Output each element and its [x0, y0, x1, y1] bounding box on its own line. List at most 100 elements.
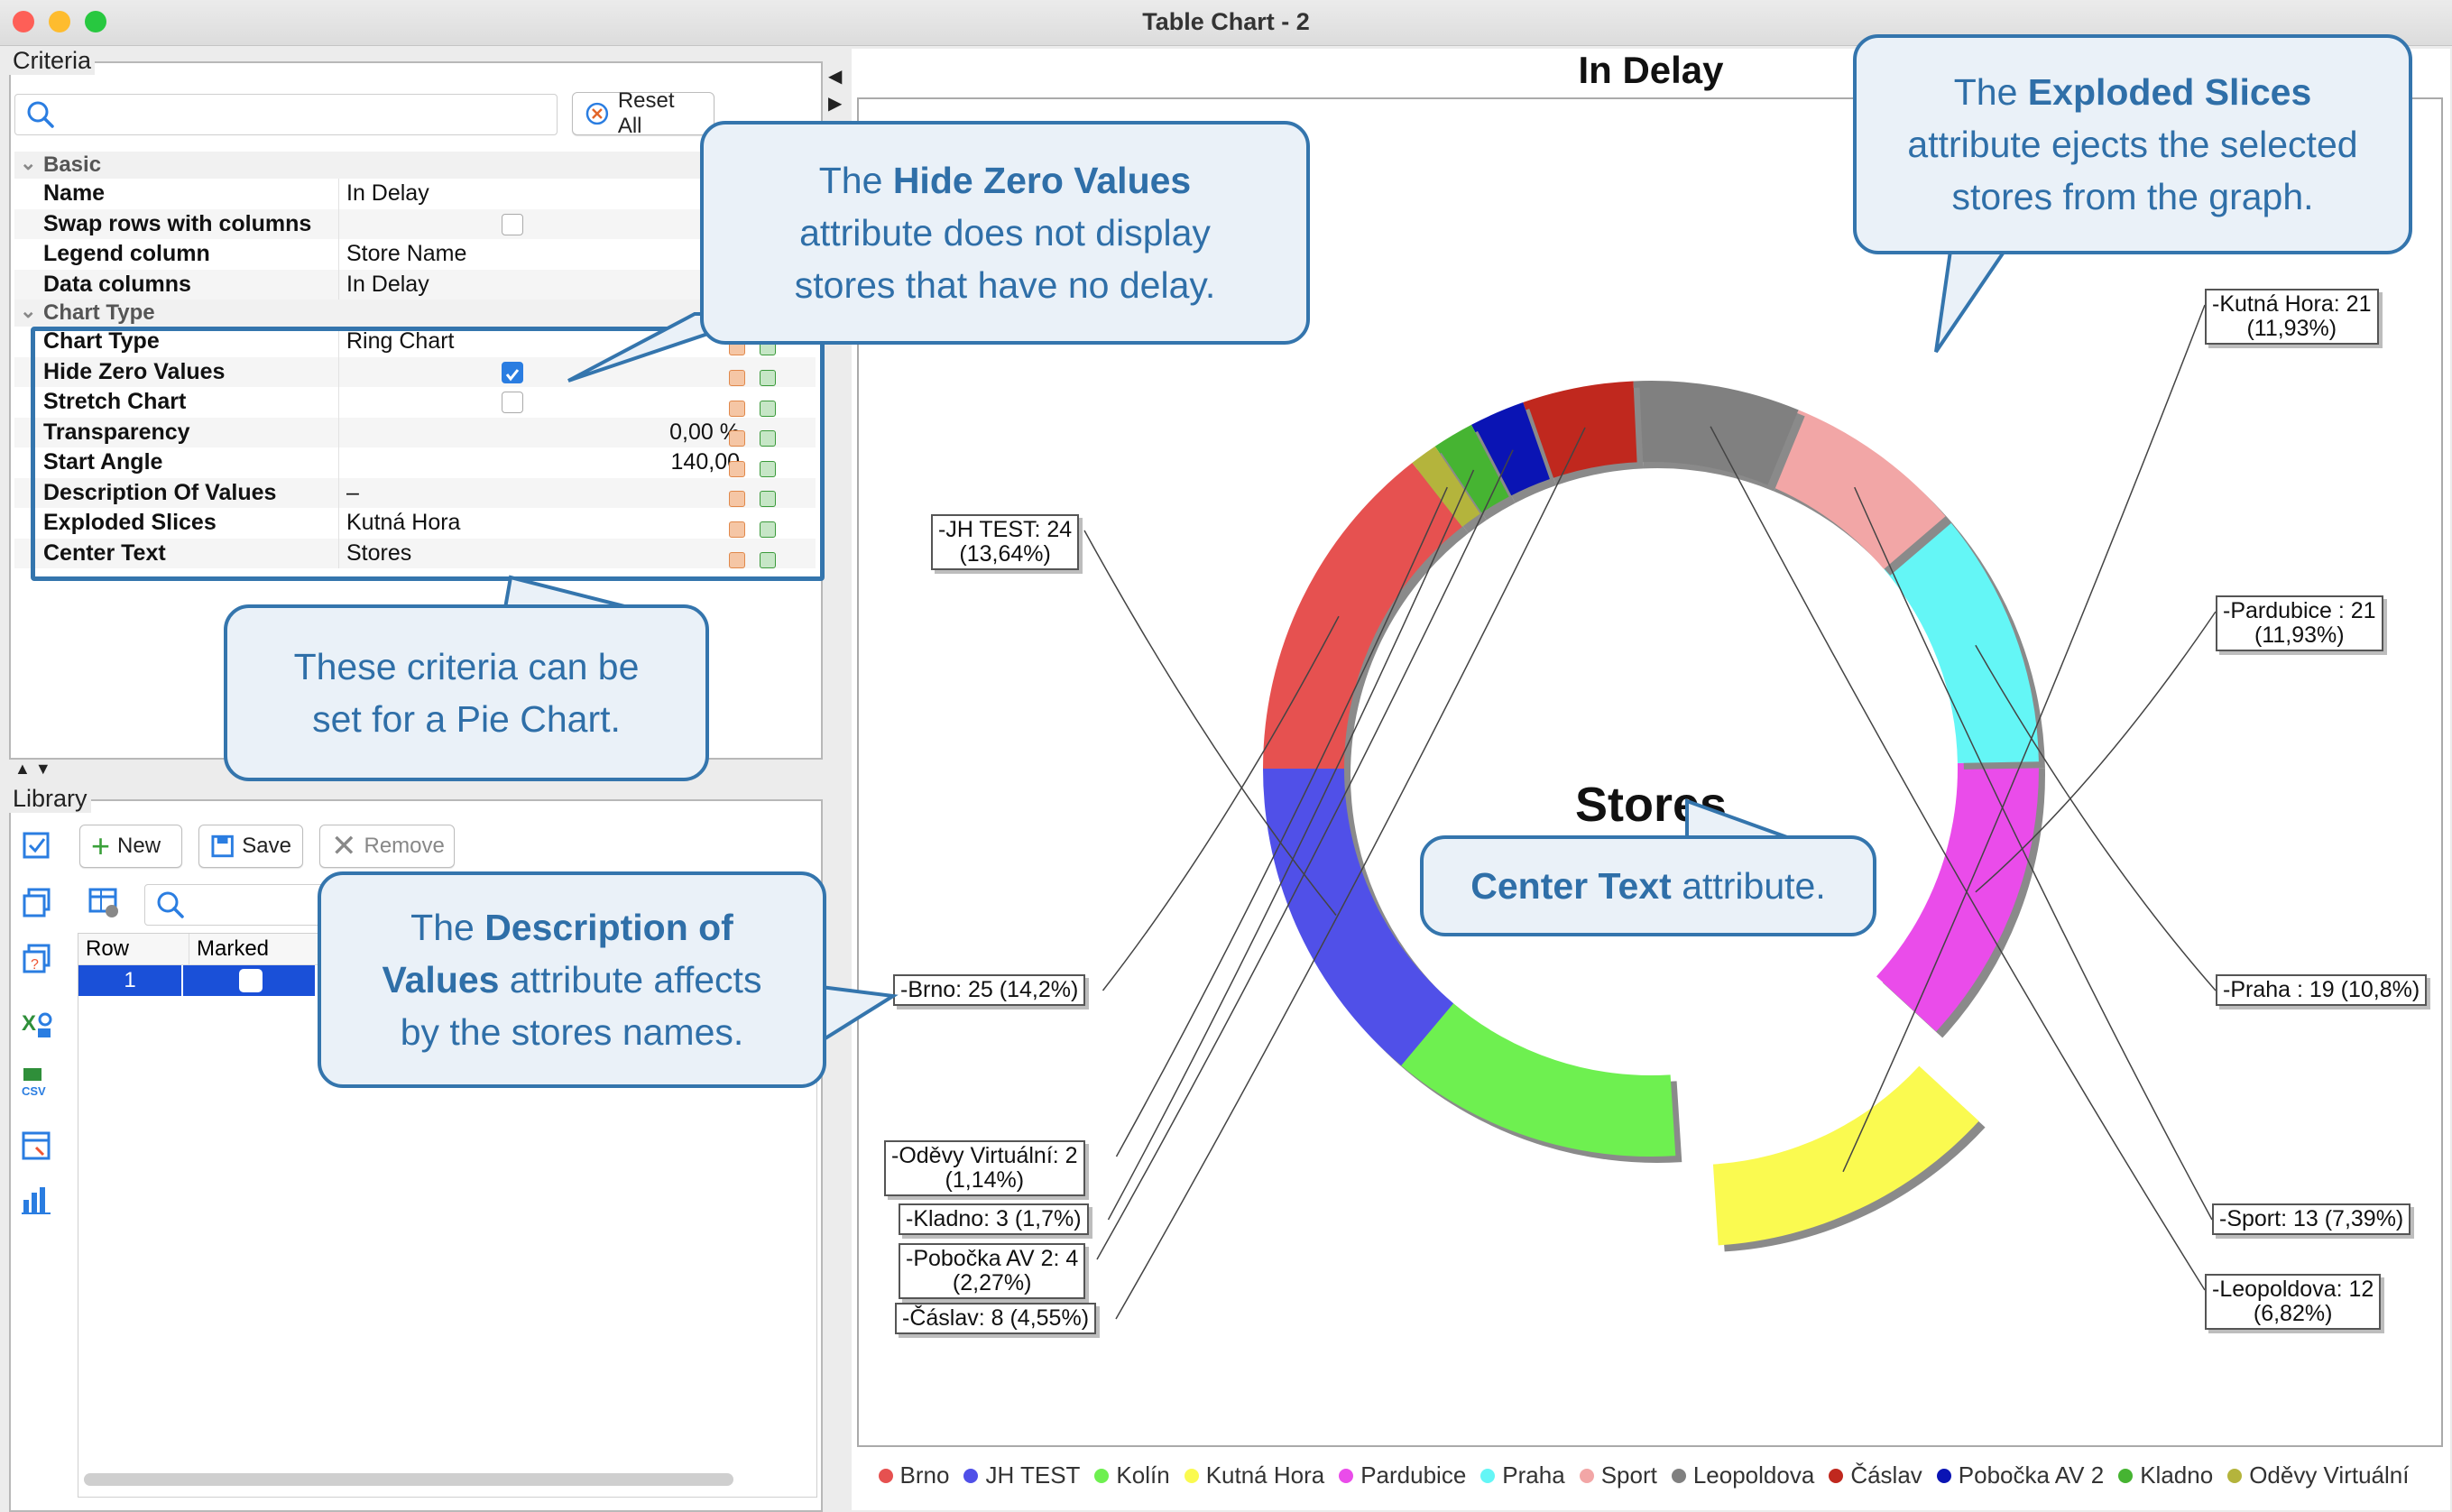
callout-text: The: [410, 907, 485, 948]
legend-swatch: [2118, 1468, 2134, 1483]
legend-label: JH TEST: [985, 1461, 1081, 1489]
group-basic[interactable]: ⌄ Basic: [14, 152, 816, 179]
callout-text: stores that have no delay.: [794, 264, 1216, 306]
close-icon: ✕: [331, 829, 357, 863]
check-list-icon[interactable]: [20, 828, 54, 862]
legend-label: Sport: [1600, 1461, 1657, 1489]
ring-slice-pardubice[interactable]: [1876, 761, 2039, 1032]
legend-label: Brno: [899, 1461, 950, 1489]
legend-item[interactable]: Sport: [1579, 1461, 1657, 1489]
marked-checkbox[interactable]: [239, 969, 263, 992]
swap-rows-checkbox[interactable]: [502, 213, 523, 235]
legend-item[interactable]: Kladno: [2118, 1461, 2213, 1489]
legend-item[interactable]: Leopoldova: [1671, 1461, 1814, 1489]
callout-text: The: [818, 160, 893, 201]
legend-swatch: [1936, 1468, 1951, 1483]
property-name: Name: [14, 179, 339, 209]
legend-label: Pobočka AV 2: [1958, 1461, 2105, 1489]
callout-text: attribute ejects the selected: [1907, 124, 2358, 165]
chevron-down-icon: ⌄: [20, 152, 37, 174]
ring-slice-kol-n[interactable]: [1401, 1003, 1676, 1157]
copy-icon[interactable]: [20, 886, 54, 920]
legend-item[interactable]: Brno: [878, 1461, 950, 1489]
legend-item[interactable]: Pardubice: [1339, 1461, 1466, 1489]
group-title: Basic: [43, 152, 102, 177]
legend-item[interactable]: Oděvy Virtuální: [2227, 1461, 2409, 1489]
legend-label: Kutná Hora: [1205, 1461, 1325, 1489]
legend-label: Kladno: [2140, 1461, 2214, 1489]
legend-swatch: [1671, 1468, 1686, 1483]
criteria-search-input[interactable]: [14, 94, 558, 135]
legend-item[interactable]: Praha: [1480, 1461, 1565, 1489]
splitter-arrows[interactable]: ▲ ▼: [14, 760, 51, 779]
chevron-down-icon: ⌄: [20, 300, 37, 322]
csv-export-icon[interactable]: CSV: [20, 1065, 54, 1099]
legend-item[interactable]: Pobočka AV 2: [1936, 1461, 2105, 1489]
horizontal-scrollbar[interactable]: [84, 1473, 733, 1486]
remove-button[interactable]: ✕ Remove: [319, 825, 455, 868]
save-button[interactable]: Save: [198, 825, 303, 868]
property-row[interactable]: Swap rows with columns: [14, 208, 816, 239]
legend-item[interactable]: Kolín: [1094, 1461, 1170, 1489]
center-text: Stores: [1575, 778, 1727, 832]
legend-label: Praha: [1502, 1461, 1565, 1489]
callout-bold: Exploded Slices: [2027, 71, 2312, 113]
legend-item[interactable]: JH TEST: [963, 1461, 1080, 1489]
bar-chart-icon[interactable]: [20, 1182, 54, 1216]
plus-icon: +: [91, 827, 111, 864]
search-icon: [27, 101, 54, 128]
legend-swatch: [1184, 1468, 1199, 1483]
callout-text: attribute does not display: [799, 212, 1211, 254]
group-chart-type[interactable]: ⌄ Chart Type: [14, 300, 816, 327]
save-icon: [211, 834, 234, 858]
save-label: Save: [242, 834, 291, 858]
criteria-label: Criteria: [9, 47, 96, 75]
remove-label: Remove: [364, 834, 445, 858]
marked-cell: [183, 965, 315, 996]
column-header-row[interactable]: Row: [78, 934, 189, 964]
legend-label: Čáslav: [1850, 1461, 1922, 1489]
chart-legend: Brno JH TEST Kolín Kutná Hora Pardubice Praha…: [852, 1461, 2450, 1489]
svg-text:CSV: CSV: [22, 1084, 46, 1098]
legend-label: Pardubice: [1360, 1461, 1467, 1489]
reset-icon: [585, 102, 609, 125]
legend-swatch: [963, 1468, 979, 1483]
new-label: New: [117, 834, 161, 858]
legend-swatch: [1829, 1468, 1844, 1483]
callout-bold: Center Text: [1470, 865, 1672, 907]
new-button[interactable]: + New: [79, 825, 182, 868]
legend-swatch: [878, 1468, 893, 1483]
reset-all-button[interactable]: Reset All: [572, 88, 714, 138]
callout-center-text: Center Text attribute.: [1420, 835, 1876, 936]
excel-export-icon[interactable]: X: [20, 1007, 54, 1041]
table-settings-icon[interactable]: [87, 886, 123, 920]
collapse-arrows[interactable]: ◀ ▶: [828, 63, 842, 117]
property-name: Legend column: [14, 239, 339, 270]
callout-text: The: [1953, 71, 2028, 113]
table-transpose-icon[interactable]: [20, 1129, 54, 1164]
legend-item[interactable]: Čáslav: [1829, 1461, 1922, 1489]
reset-all-label: Reset All: [617, 88, 675, 138]
legend-swatch: [1480, 1468, 1496, 1483]
callout-text: by the stores names.: [400, 1011, 744, 1053]
group-title: Chart Type: [43, 300, 155, 325]
legend-item[interactable]: Kutná Hora: [1184, 1461, 1325, 1489]
callout-description: The Description of Values attribute affe…: [318, 871, 826, 1088]
property-row[interactable]: Legend column Store Name: [14, 239, 816, 270]
property-row[interactable]: Name In Delay: [14, 179, 816, 209]
callout-bold: Values: [382, 959, 500, 1000]
legend-label: Oděvy Virtuální: [2249, 1461, 2410, 1489]
callout-pie-chart: These criteria can be set for a Pie Char…: [224, 604, 709, 781]
help-icon[interactable]: ?: [20, 942, 54, 976]
legend-swatch: [1579, 1468, 1594, 1483]
row-number: 1: [78, 965, 183, 996]
search-icon: [157, 891, 184, 918]
callout-text: attribute.: [1671, 865, 1826, 907]
svg-text:X: X: [22, 1011, 36, 1036]
property-row[interactable]: Data columns In Delay: [14, 269, 816, 300]
callout-text: attribute affects: [499, 959, 762, 1000]
callout-hide-zero: The Hide Zero Values attribute does not …: [700, 121, 1310, 345]
ring-slice-brno[interactable]: [1263, 463, 1462, 769]
column-header-marked[interactable]: Marked: [189, 934, 329, 964]
callout-text: set for a Pie Chart.: [312, 698, 621, 740]
